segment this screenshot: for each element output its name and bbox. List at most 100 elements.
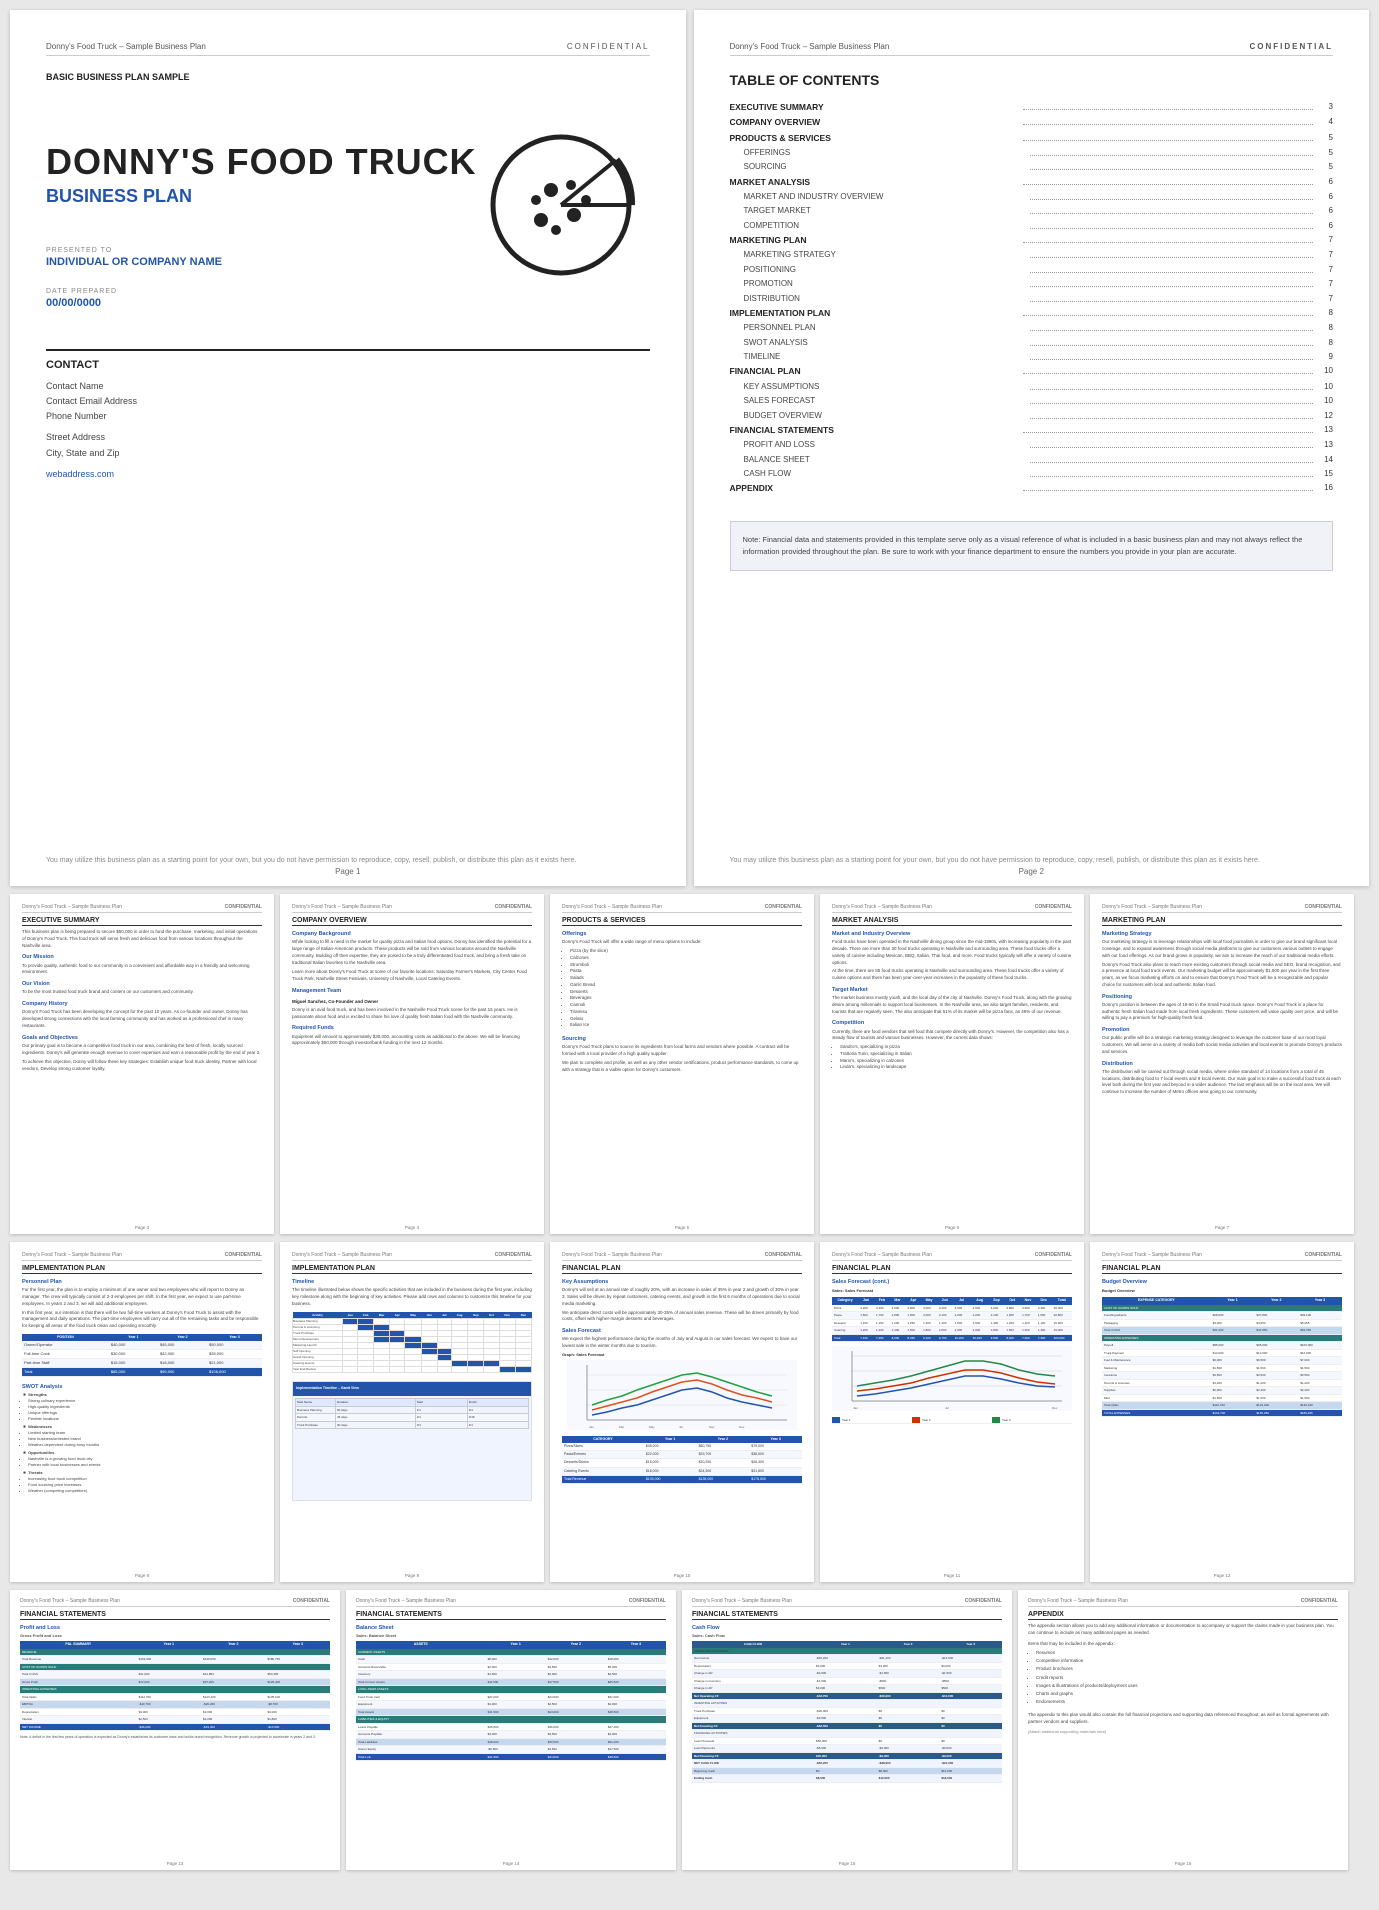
toc-item: CASH FLOW15 (730, 467, 1334, 481)
page2-doc-title: Donny's Food Truck – Sample Business Pla… (730, 42, 890, 51)
page1-confidential: CONFIDENTIAL (567, 42, 650, 51)
svg-text:Dec: Dec (1052, 1406, 1058, 1410)
svg-text:Jul: Jul (945, 1406, 949, 1410)
page4-body: Company Background While looking to fill… (292, 930, 532, 1047)
page7-body: Marketing Strategy Our marketing strateg… (1102, 930, 1342, 1096)
page1-number: Page 1 (335, 867, 360, 876)
page3-body: This business plan is being prepared to … (22, 929, 262, 1073)
toc-item: FINANCIAL PLAN10 (730, 364, 1334, 379)
main-container: Donny's Food Truck – Sample Business Pla… (0, 0, 1379, 1880)
toc-item: SALES FORECAST10 (730, 394, 1334, 408)
page1-subtitle-header: BASIC BUSINESS PLAN SAMPLE (46, 72, 650, 82)
page2-header: Donny's Food Truck – Sample Business Pla… (730, 42, 1334, 56)
page2-number: Page 2 (1019, 867, 1044, 876)
toc-item: OFFERINGS5 (730, 146, 1334, 160)
page8-body: Personnel Plan For the first year, the p… (22, 1278, 262, 1494)
page-10: Donny's Food Truck – Sample Business Pla… (550, 1242, 814, 1582)
page6-header: Donny's Food Truck – Sample Business Pla… (832, 904, 1072, 913)
small-pages-row-2: Donny's Food Truck – Sample Business Pla… (10, 1242, 1369, 1582)
page16-header: Donny's Food Truck – Sample Business Pla… (1028, 1598, 1338, 1607)
toc-item: COMPANY OVERVIEW4 (730, 115, 1334, 130)
page10-header: Donny's Food Truck – Sample Business Pla… (562, 1252, 802, 1261)
svg-text:Mar: Mar (619, 1425, 624, 1429)
monthly-chart: Jan Jul Dec (832, 1346, 1072, 1411)
toc-item: IMPLEMENTATION PLAN8 (730, 306, 1334, 321)
toc-item: MARKET AND INDUSTRY OVERVIEW6 (730, 190, 1334, 204)
contact-section: CONTACT Contact Name Contact Email Addre… (46, 349, 650, 483)
page7-header: Donny's Food Truck – Sample Business Pla… (1102, 904, 1342, 913)
page-13: Donny's Food Truck – Sample Business Pla… (10, 1590, 340, 1870)
page-3: Donny's Food Truck – Sample Business Pla… (10, 894, 274, 1234)
toc-item: PROMOTION7 (730, 277, 1334, 291)
svg-text:May: May (649, 1425, 655, 1429)
page1-footer: You may utilize this business plan as a … (46, 856, 650, 867)
page4-header: Donny's Food Truck – Sample Business Pla… (292, 904, 532, 913)
svg-text:Sep: Sep (709, 1425, 715, 1429)
page9-header: Donny's Food Truck – Sample Business Pla… (292, 1252, 532, 1261)
page11-header: Donny's Food Truck – Sample Business Pla… (832, 1252, 1072, 1261)
toc-item: SWOT ANALYSIS8 (730, 336, 1334, 350)
contact-details: Contact Name Contact Email Address Phone… (46, 379, 650, 483)
page2-confidential: CONFIDENTIAL (1249, 42, 1333, 51)
page-6: Donny's Food Truck – Sample Business Pla… (820, 894, 1084, 1234)
page-14: Donny's Food Truck – Sample Business Pla… (346, 1590, 676, 1870)
svg-text:Jan: Jan (853, 1406, 858, 1410)
page-2-toc: Donny's Food Truck – Sample Business Pla… (694, 10, 1370, 886)
page11-body: Sales Forecast (cont.) Sales: Sales Fore… (832, 1278, 1072, 1424)
page5-header: Donny's Food Truck – Sample Business Pla… (562, 904, 802, 913)
toc-title: TABLE OF CONTENTS (730, 72, 1334, 88)
toc-item: BALANCE SHEET14 (730, 453, 1334, 467)
page-8: Donny's Food Truck – Sample Business Pla… (10, 1242, 274, 1582)
toc-item: PRODUCTS & SERVICES5 (730, 131, 1334, 146)
toc-item: COMPETITION6 (730, 219, 1334, 233)
page12-header: Donny's Food Truck – Sample Business Pla… (1102, 1252, 1342, 1261)
page13-header: Donny's Food Truck – Sample Business Pla… (20, 1598, 330, 1607)
page9-body: Timeline The timeline illustrated below … (292, 1278, 532, 1501)
page-5: Donny's Food Truck – Sample Business Pla… (550, 894, 814, 1234)
page13-body: Profit and Loss Gross Profit and Loss P&… (20, 1624, 330, 1740)
toc-item: KEY ASSUMPTIONS10 (730, 380, 1334, 394)
svg-text:Jan: Jan (589, 1425, 594, 1429)
page12-body: Budget Overview Budget Overview EXPENSE … (1102, 1278, 1342, 1417)
top-pages-row: Donny's Food Truck – Sample Business Pla… (10, 10, 1369, 886)
page14-header: Donny's Food Truck – Sample Business Pla… (356, 1598, 666, 1607)
svg-text:Nov: Nov (739, 1425, 745, 1429)
toc-item: POSITIONING7 (730, 263, 1334, 277)
toc-item: PERSONNEL PLAN8 (730, 321, 1334, 335)
toc-item: MARKETING STRATEGY7 (730, 248, 1334, 262)
page1-doc-title: Donny's Food Truck – Sample Business Pla… (46, 42, 206, 51)
toc-item: MARKET ANALYSIS6 (730, 175, 1334, 190)
page-12: Donny's Food Truck – Sample Business Pla… (1090, 1242, 1354, 1582)
toc-item: BUDGET OVERVIEW12 (730, 409, 1334, 423)
toc-item: PROFIT AND LOSS13 (730, 438, 1334, 452)
page-1-cover: Donny's Food Truck – Sample Business Pla… (10, 10, 686, 886)
page-7: Donny's Food Truck – Sample Business Pla… (1090, 894, 1354, 1234)
timeline-screenshot: Implementation Timeline – Gantt View Tas… (292, 1381, 532, 1501)
page-9: Donny's Food Truck – Sample Business Pla… (280, 1242, 544, 1582)
pizza-icon (486, 130, 636, 285)
small-pages-row-1: Donny's Food Truck – Sample Business Pla… (10, 894, 1369, 1234)
page-11: Donny's Food Truck – Sample Business Pla… (820, 1242, 1084, 1582)
toc-item: FINANCIAL STATEMENTS13 (730, 423, 1334, 438)
page6-body: Market and Industry Overview Food trucks… (832, 930, 1072, 1071)
page-16: Donny's Food Truck – Sample Business Pla… (1018, 1590, 1348, 1870)
toc-item: TARGET MARKET6 (730, 204, 1334, 218)
toc-note: Note: Financial data and statements prov… (730, 521, 1334, 571)
page5-body: Offerings Donny's Food Truck will offer … (562, 930, 802, 1073)
date-section: DATE PREPARED 00/00/0000 (46, 288, 650, 309)
toc-list: EXECUTIVE SUMMARY3COMPANY OVERVIEW4PRODU… (730, 100, 1334, 497)
toc-item: SOURCING5 (730, 160, 1334, 174)
page15-body: Cash Flow Sales: Cash Flow CASH FLOWYear… (692, 1624, 1002, 1783)
toc-item: TIMELINE9 (730, 350, 1334, 364)
page1-header: Donny's Food Truck – Sample Business Pla… (46, 42, 650, 56)
page14-body: Balance Sheet Sales: Balance Sheet ASSET… (356, 1624, 666, 1761)
page8-header: Donny's Food Truck – Sample Business Pla… (22, 1252, 262, 1261)
toc-item: DISTRIBUTION7 (730, 292, 1334, 306)
sales-forecast-chart: Jan Mar May Jul Sep Nov (562, 1360, 802, 1430)
page2-footer: You may utilize this business plan as a … (730, 856, 1334, 867)
svg-text:Jul: Jul (679, 1425, 683, 1429)
page16-body: The appendix section allows you to add a… (1028, 1623, 1338, 1735)
page10-body: Key Assumptions Donny's will sell at an … (562, 1278, 802, 1484)
toc-item: MARKETING PLAN7 (730, 233, 1334, 248)
page3-header: Donny's Food Truck – Sample Business Pla… (22, 904, 262, 913)
